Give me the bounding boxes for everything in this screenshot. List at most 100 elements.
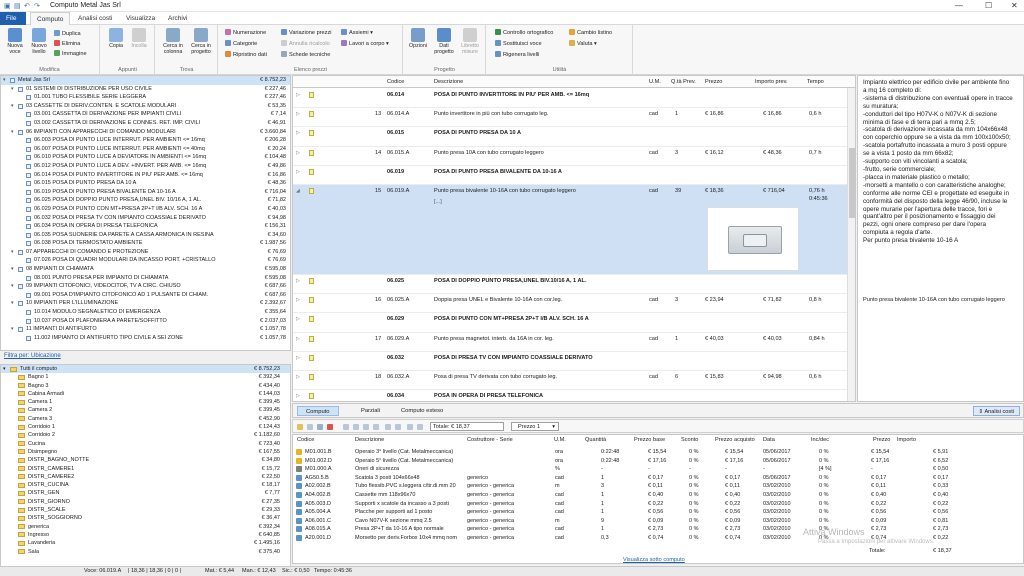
analysis-row[interactable]: A04.002.B Cassette mm 118x96x70 generico -…	[293, 491, 1023, 500]
acol-um[interactable]: U.M.	[554, 437, 566, 443]
acol-importo[interactable]: Importo	[897, 437, 916, 443]
acol-prezzo-acquisto[interactable]: Prezzo acquisto	[715, 437, 755, 443]
tab-parziali[interactable]: Parziali	[353, 406, 388, 416]
copia-button[interactable]: Copia	[105, 28, 127, 49]
tree-row[interactable]: 08.001 PUNTO PRESA PER IMPIANTO DI CHIAM…	[1, 274, 290, 283]
expand-toggle-icon[interactable]: ▾	[11, 299, 14, 308]
expand-arrow-icon[interactable]: ▷	[296, 111, 300, 117]
move-down-icon[interactable]	[363, 424, 369, 430]
expand-arrow-icon[interactable]: ▷	[296, 169, 300, 175]
duplica-button[interactable]: Duplica	[54, 30, 81, 38]
grid-scrollbar[interactable]	[847, 88, 855, 401]
save-icon[interactable]: ▤	[14, 2, 21, 10]
location-item[interactable]: DISTR_BAGNO_NOTTE € 34,80	[1, 456, 290, 464]
tree-row[interactable]: ▾ 01 SISTEMI DI DISTRIBUZIONE PER USO CIV…	[1, 85, 290, 94]
tree-row[interactable]: 06.015 POSA DI PUNTO PRESA DA 10 A € 48,3…	[1, 179, 290, 188]
location-item[interactable]: Camera 1 € 399,45	[1, 398, 290, 406]
settings-icon[interactable]	[417, 424, 423, 430]
item-row[interactable]: ▷ 13 06.014.A Punto invertitore in più con …	[293, 108, 855, 128]
analysis-row[interactable]: A05.004.A Placche per supporti ad 1 posto…	[293, 508, 1023, 517]
group-row[interactable]: ▷ 06.025 POSA DI DOPPIO PUNTO PRESA,UNEL B…	[293, 275, 855, 295]
item-row[interactable]: ▷ 17 06.029.A Punto presa magnetot. interb.…	[293, 333, 855, 352]
location-item[interactable]: Sala € 375,40	[1, 548, 290, 556]
tree-row[interactable]: 06.038 POSA DI TERMOSTATO AMBIENTE € 1.98…	[1, 239, 290, 248]
acol-sconto[interactable]: Sconto	[681, 437, 698, 443]
tree-row[interactable]: ▾ 09 IMPIANTI CITOFONICI, VIDEOCITOF, TV …	[1, 282, 290, 291]
tree-row[interactable]: ▾ 03 CASSETTE DI DERIV.CONTEN. E SCATOLE …	[1, 102, 290, 111]
sort-asc-icon[interactable]	[385, 424, 391, 430]
rigenera-button[interactable]: Rigenera livelli	[495, 51, 539, 59]
analysis-row[interactable]: M01.001.B Operaio 3° livello (Cat. Metalm…	[293, 448, 1023, 457]
show-below-link[interactable]: Visualizza sotto computo	[623, 557, 685, 563]
expand-arrow-icon[interactable]: ▷	[296, 355, 300, 361]
filter-link[interactable]: Filtra per: Ubicazione	[4, 353, 61, 359]
location-item[interactable]: Camera 3 € 452,90	[1, 415, 290, 423]
dati-progetto-button[interactable]: Dati progetto	[433, 28, 455, 55]
acol-quantita[interactable]: Quantità	[585, 437, 606, 443]
location-item[interactable]: Cucina € 723,40	[1, 440, 290, 448]
tree-row[interactable]: 06.012 POSA DI PUNTO LUCE A DEV. +INVERT…	[1, 162, 290, 171]
libretto-button[interactable]: Libretto misure	[459, 28, 481, 55]
tree-row[interactable]: 09.001 POSA D'IMPIANTO CITOFONICO AD 1 P…	[1, 291, 290, 300]
analysis-row[interactable]: A06.001.C Cavo N07V-K sezione mmq 2.5 gene…	[293, 517, 1023, 526]
col-qta[interactable]: Q.tà Prev.	[671, 79, 696, 85]
tree-row[interactable]: 06.035 POSA SUONERIE DA PARETE A CASSA A…	[1, 231, 290, 240]
expand-arrow-icon[interactable]: ▷	[296, 393, 300, 399]
annulla-ricalcolo-button[interactable]: Annulla ricalcolo	[281, 40, 330, 48]
categorie-button[interactable]: Categorie	[225, 40, 257, 48]
acol-codice[interactable]: Codice	[297, 437, 314, 443]
analysis-row[interactable]: M01.002.D Operaio 5° livello (Cat. Metalm…	[293, 457, 1023, 466]
col-um[interactable]: U.M.	[649, 79, 661, 85]
close-icon[interactable]: ✕	[1011, 1, 1018, 10]
numerazione-button[interactable]: Numerazione	[225, 29, 266, 37]
expand-toggle-icon[interactable]: ▾	[3, 365, 6, 373]
elimina-button[interactable]: Elimina	[54, 40, 80, 48]
item-row[interactable]: ◢ 15 06.019.A Punto presa bivalente 10-16A …	[293, 185, 855, 275]
cambio-listino-button[interactable]: Cambio listino	[569, 29, 612, 37]
acol-prezzo-base[interactable]: Prezzo base	[634, 437, 665, 443]
tree-row[interactable]: 06.010 POSA DI PUNTO LUCE A DEVIATORE IN…	[1, 153, 290, 162]
tree-row[interactable]: 06.029 POSA DI PUNTO CON MT+PRESA 2P+T I…	[1, 205, 290, 214]
undo-icon[interactable]: ↶	[24, 2, 30, 10]
tree-row[interactable]: 03.002 CASSETTA DI DERIVAZIONE E CONNES.…	[1, 119, 290, 128]
totale-field[interactable]: Totale: € 18,37	[430, 422, 504, 431]
expand-toggle-icon[interactable]: ▾	[3, 76, 6, 85]
col-descrizione[interactable]: Descrizione	[434, 79, 463, 85]
tree-row[interactable]: 06.007 POSA DI PUNTO LUCE INTERRUT. PER …	[1, 145, 290, 154]
sort-desc-icon[interactable]	[395, 424, 401, 430]
item-row[interactable]: ▷ 16 06.025.A Doppia presa UNEL e Bivalente…	[293, 294, 855, 314]
analysis-row[interactable]: A05.003.D Supporti x scatole da incasso a…	[293, 500, 1023, 509]
incolla-button[interactable]: Incolla	[128, 28, 150, 49]
opzioni-button[interactable]: Opzioni	[407, 28, 429, 49]
expand-arrow-icon[interactable]: ▷	[296, 150, 300, 156]
analysis-row[interactable]: A02.002.B Tubo flessib.PVC s.leggera c/ti…	[293, 482, 1023, 491]
acol-descrizione[interactable]: Descrizione	[355, 437, 384, 443]
tab-file[interactable]: File	[0, 12, 26, 25]
lavori-button[interactable]: Lavori a corpo ▾	[341, 40, 389, 48]
location-item[interactable]: ▾ Tutti il computo € 8.752,23	[1, 365, 290, 374]
location-item[interactable]: Bagno 3 € 434,40	[1, 382, 290, 390]
tab-computo-bottom[interactable]: Computo	[297, 406, 339, 416]
variazione-button[interactable]: Variazione prezzi	[281, 29, 332, 37]
location-item[interactable]: Disimpegno € 167,55	[1, 448, 290, 456]
ripristino-button[interactable]: Ripristino dati	[225, 51, 267, 59]
location-item[interactable]: generica € 392,34	[1, 523, 290, 531]
tree-row[interactable]: 07.026 POSA DI QUADRI MODULARI DA INCASS…	[1, 256, 290, 265]
expand-toggle-icon[interactable]: ▾	[11, 325, 14, 334]
item-row[interactable]: ▷ 14 06.015.A Punto presa 10A con tubo corr…	[293, 147, 855, 166]
cerca-progetto-button[interactable]: Cerca in progetto	[188, 28, 214, 55]
tab-computo[interactable]: Computo	[30, 12, 71, 25]
assiemi-button[interactable]: Assiemi ▾	[341, 29, 373, 37]
analysis-row[interactable]: A08.015.A Presa 2P+T da 10-16 A tipo norm…	[293, 525, 1023, 534]
location-item[interactable]: Cabina Armadi € 144,03	[1, 390, 290, 398]
schede-button[interactable]: Schede tecniche	[281, 51, 330, 59]
tree-row[interactable]: 10.037 POSA DI PLAFONIERA A PARETE/SOFFI…	[1, 317, 290, 326]
acol-prezzo[interactable]: Prezzo	[873, 437, 890, 443]
minimize-icon[interactable]: —	[955, 1, 963, 10]
group-row[interactable]: ▷ 06.029 POSA DI PUNTO CON MT+PRESA 2P+T I…	[293, 313, 855, 333]
location-item[interactable]: DISTR_SOGGIORNO € 36,47	[1, 514, 290, 522]
location-item[interactable]: DISTR_GEN € 7,77	[1, 489, 290, 497]
location-item[interactable]: DISTR_CUCINA € 18,17	[1, 481, 290, 489]
expand-toggle-icon[interactable]: ▾	[11, 248, 14, 257]
nuovo-livello-button[interactable]: Nuovo livello	[28, 28, 50, 55]
